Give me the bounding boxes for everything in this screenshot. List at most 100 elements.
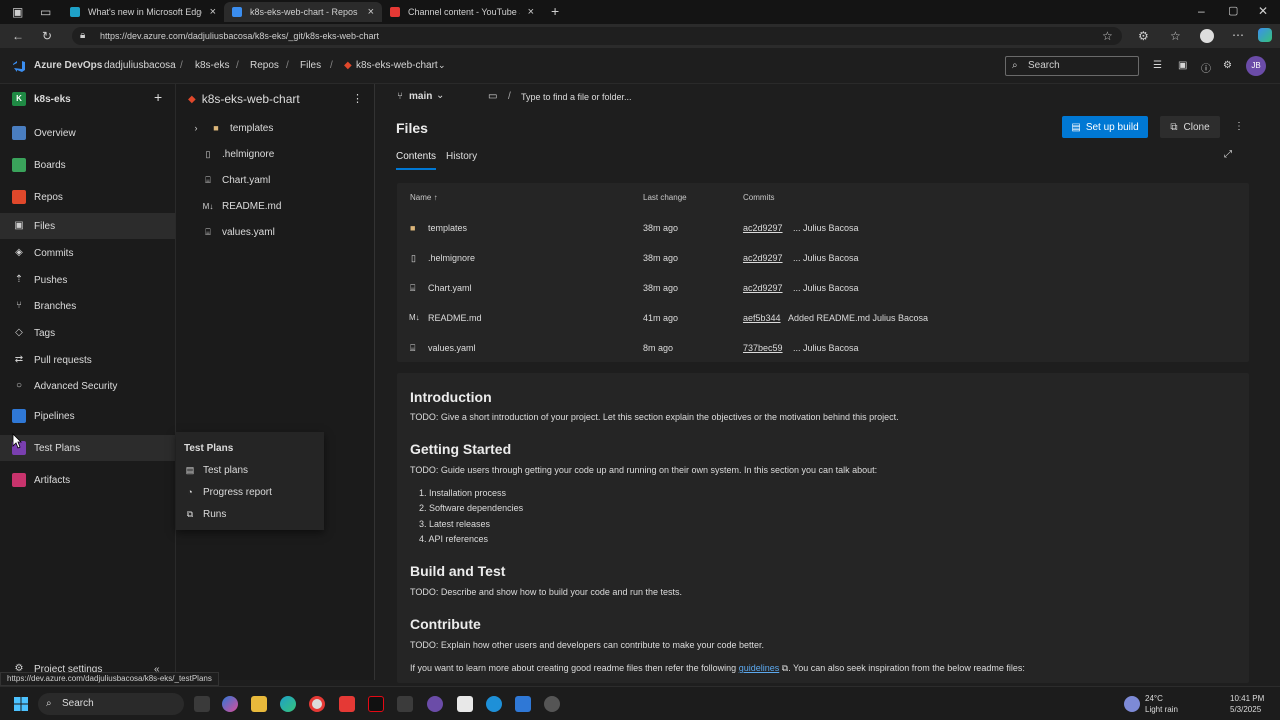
flyout-item-runs[interactable]: ⧉ Runs [184,504,227,524]
commit-link[interactable]: 737bec59 [743,343,783,353]
fullscreen-icon[interactable]: ⤢ [1224,149,1232,160]
window-close-icon[interactable]: ✕ [1258,5,1268,17]
browser-tab-0[interactable]: What's new in Microsoft Edge × [62,2,224,22]
flyout-item-progress-report[interactable]: ◔ Progress report [184,482,272,502]
commit-link[interactable]: aef5b344 [743,313,781,323]
new-tab-icon[interactable]: + [551,4,559,18]
more-options-icon[interactable]: ⋮ [352,92,363,105]
row-name[interactable]: templates [428,223,467,233]
copilot-icon[interactable] [222,696,238,712]
nav-pull-requests[interactable]: ⇄ Pull requests [0,347,175,373]
nav-files[interactable]: ▣ Files [0,213,175,239]
nav-pushes[interactable]: ⇡ Pushes [0,267,175,293]
nav-commits[interactable]: ◈ Commits [0,240,175,266]
profile-avatar[interactable] [1200,29,1214,43]
list-icon[interactable]: ☰ [1153,60,1162,71]
favorites-icon[interactable]: ☆ [1170,30,1181,42]
edge-icon[interactable] [280,696,296,712]
add-icon[interactable]: + [154,89,162,105]
commit-link[interactable]: ac2d9297 [743,223,783,233]
github-icon[interactable] [427,696,443,712]
tree-item-chart-yaml[interactable]: ⌸ Chart.yaml [176,168,374,192]
nav-branches[interactable]: ⑂ Branches [0,293,175,319]
setup-build-button[interactable]: ▤ Set up build [1062,116,1148,138]
search-input[interactable]: ⌕ Search [1005,56,1139,76]
tab-contents[interactable]: Contents [396,151,436,162]
clock-time[interactable]: 10:41 PM [1230,694,1264,703]
repo-header[interactable]: ◆ k8s-eks-web-chart [176,87,374,111]
table-row[interactable]: ■ templates 38m ago ac2d9297 ... Julius … [397,213,1249,243]
task-view-icon[interactable] [194,696,210,712]
extensions-icon[interactable]: ⚙ [1138,30,1149,42]
back-icon[interactable]: ← [12,30,24,42]
weather-icon[interactable] [1124,696,1140,712]
browser-tab-1[interactable]: k8s-eks-web-chart - Repos × [224,2,382,22]
workspaces-icon[interactable]: ▣ [12,6,23,18]
nav-overview[interactable]: Overview [0,120,175,146]
more-options-icon[interactable]: ⋮ [1234,121,1244,132]
refresh-icon[interactable]: ↻ [42,30,52,42]
chevron-down-icon[interactable]: ⌄ [436,90,444,101]
favorite-star-icon[interactable]: ☆ [1102,30,1113,42]
breadcrumb-repo[interactable]: k8s-eks-web-chart [356,60,438,71]
netflix-icon[interactable] [368,696,384,712]
close-icon[interactable]: × [528,6,534,18]
address-bar[interactable]: 🔒︎ https://dev.azure.com/dadjuliusbacosa… [72,27,1122,45]
more-icon[interactable]: ⋯ [1232,29,1244,41]
notepad-icon[interactable] [457,696,473,712]
maximize-icon[interactable]: ▢ [1228,5,1238,17]
nav-boards[interactable]: Boards [0,152,175,178]
row-name[interactable]: .helmignore [428,253,475,263]
table-row[interactable]: ⌸ values.yaml 8m ago 737bec59 ... Julius… [397,333,1249,363]
brand-name[interactable]: Azure DevOps [34,60,102,71]
azure-devops-logo-icon[interactable] [12,59,26,73]
row-name[interactable]: README.md [428,313,482,323]
chrome-icon[interactable] [309,696,325,712]
avatar[interactable]: JB [1246,56,1266,76]
clone-button[interactable]: ⧉ Clone [1160,116,1220,138]
table-row[interactable]: ▯ .helmignore 38m ago ac2d9297 ... Juliu… [397,243,1249,273]
tree-item-templates[interactable]: › ■ templates [176,116,374,140]
path-search-input[interactable]: Type to find a file or folder... [521,92,632,102]
copilot-icon[interactable] [1258,28,1272,42]
vscode-icon[interactable] [515,696,531,712]
table-row[interactable]: M↓ README.md 41m ago aef5b344 Added READ… [397,303,1249,333]
user-settings-icon[interactable]: ⚙ [1223,60,1232,71]
help-icon[interactable]: ⓘ [1201,60,1211,75]
windows-start-icon[interactable] [14,697,28,711]
youtube-icon[interactable] [339,696,355,712]
chevron-down-icon[interactable]: ⌄ [438,60,446,71]
flyout-item-test-plans[interactable]: ▤ Test plans [184,460,248,480]
column-header-name[interactable]: Name ↑ [410,193,438,202]
clock-date[interactable]: 5/3/2025 [1230,705,1261,714]
nav-repos[interactable]: Repos [0,184,175,210]
breadcrumb-files[interactable]: Files [300,60,321,71]
browser-tab-2[interactable]: Channel content - YouTube Studio × [382,2,542,22]
close-icon[interactable]: × [368,6,374,18]
branch-selector[interactable]: main [409,91,432,102]
file-explorer-icon[interactable] [251,696,267,712]
app-icon[interactable] [486,696,502,712]
nav-advanced-security[interactable]: ○ Advanced Security [0,373,175,399]
tab-actions-icon[interactable]: ▭ [40,6,51,18]
breadcrumb-repos[interactable]: Repos [250,60,279,71]
tree-item-helmignore[interactable]: ▯ .helmignore [176,142,374,166]
guidelines-link[interactable]: guidelines [739,663,780,673]
row-name[interactable]: Chart.yaml [428,283,472,293]
nav-test-plans[interactable]: Test Plans [0,435,175,461]
project-header[interactable]: K k8s-eks [0,86,175,112]
breadcrumb-org[interactable]: dadjuliusbacosa [104,60,176,71]
settings-icon[interactable] [544,696,560,712]
terminal-icon[interactable] [397,696,413,712]
tree-item-values-yaml[interactable]: ⌸ values.yaml [176,220,374,244]
commit-link[interactable]: ac2d9297 [743,253,783,263]
nav-artifacts[interactable]: Artifacts [0,467,175,493]
taskbar-search[interactable]: ⌕ Search [38,693,184,715]
nav-pipelines[interactable]: Pipelines [0,403,175,429]
table-row[interactable]: ⌸ Chart.yaml 38m ago ac2d9297 ... Julius… [397,273,1249,303]
row-name[interactable]: values.yaml [428,343,476,353]
marketplace-icon[interactable]: ▣ [1178,60,1187,71]
tab-history[interactable]: History [446,151,477,162]
nav-tags[interactable]: ◇ Tags [0,320,175,346]
close-icon[interactable]: × [210,6,216,18]
